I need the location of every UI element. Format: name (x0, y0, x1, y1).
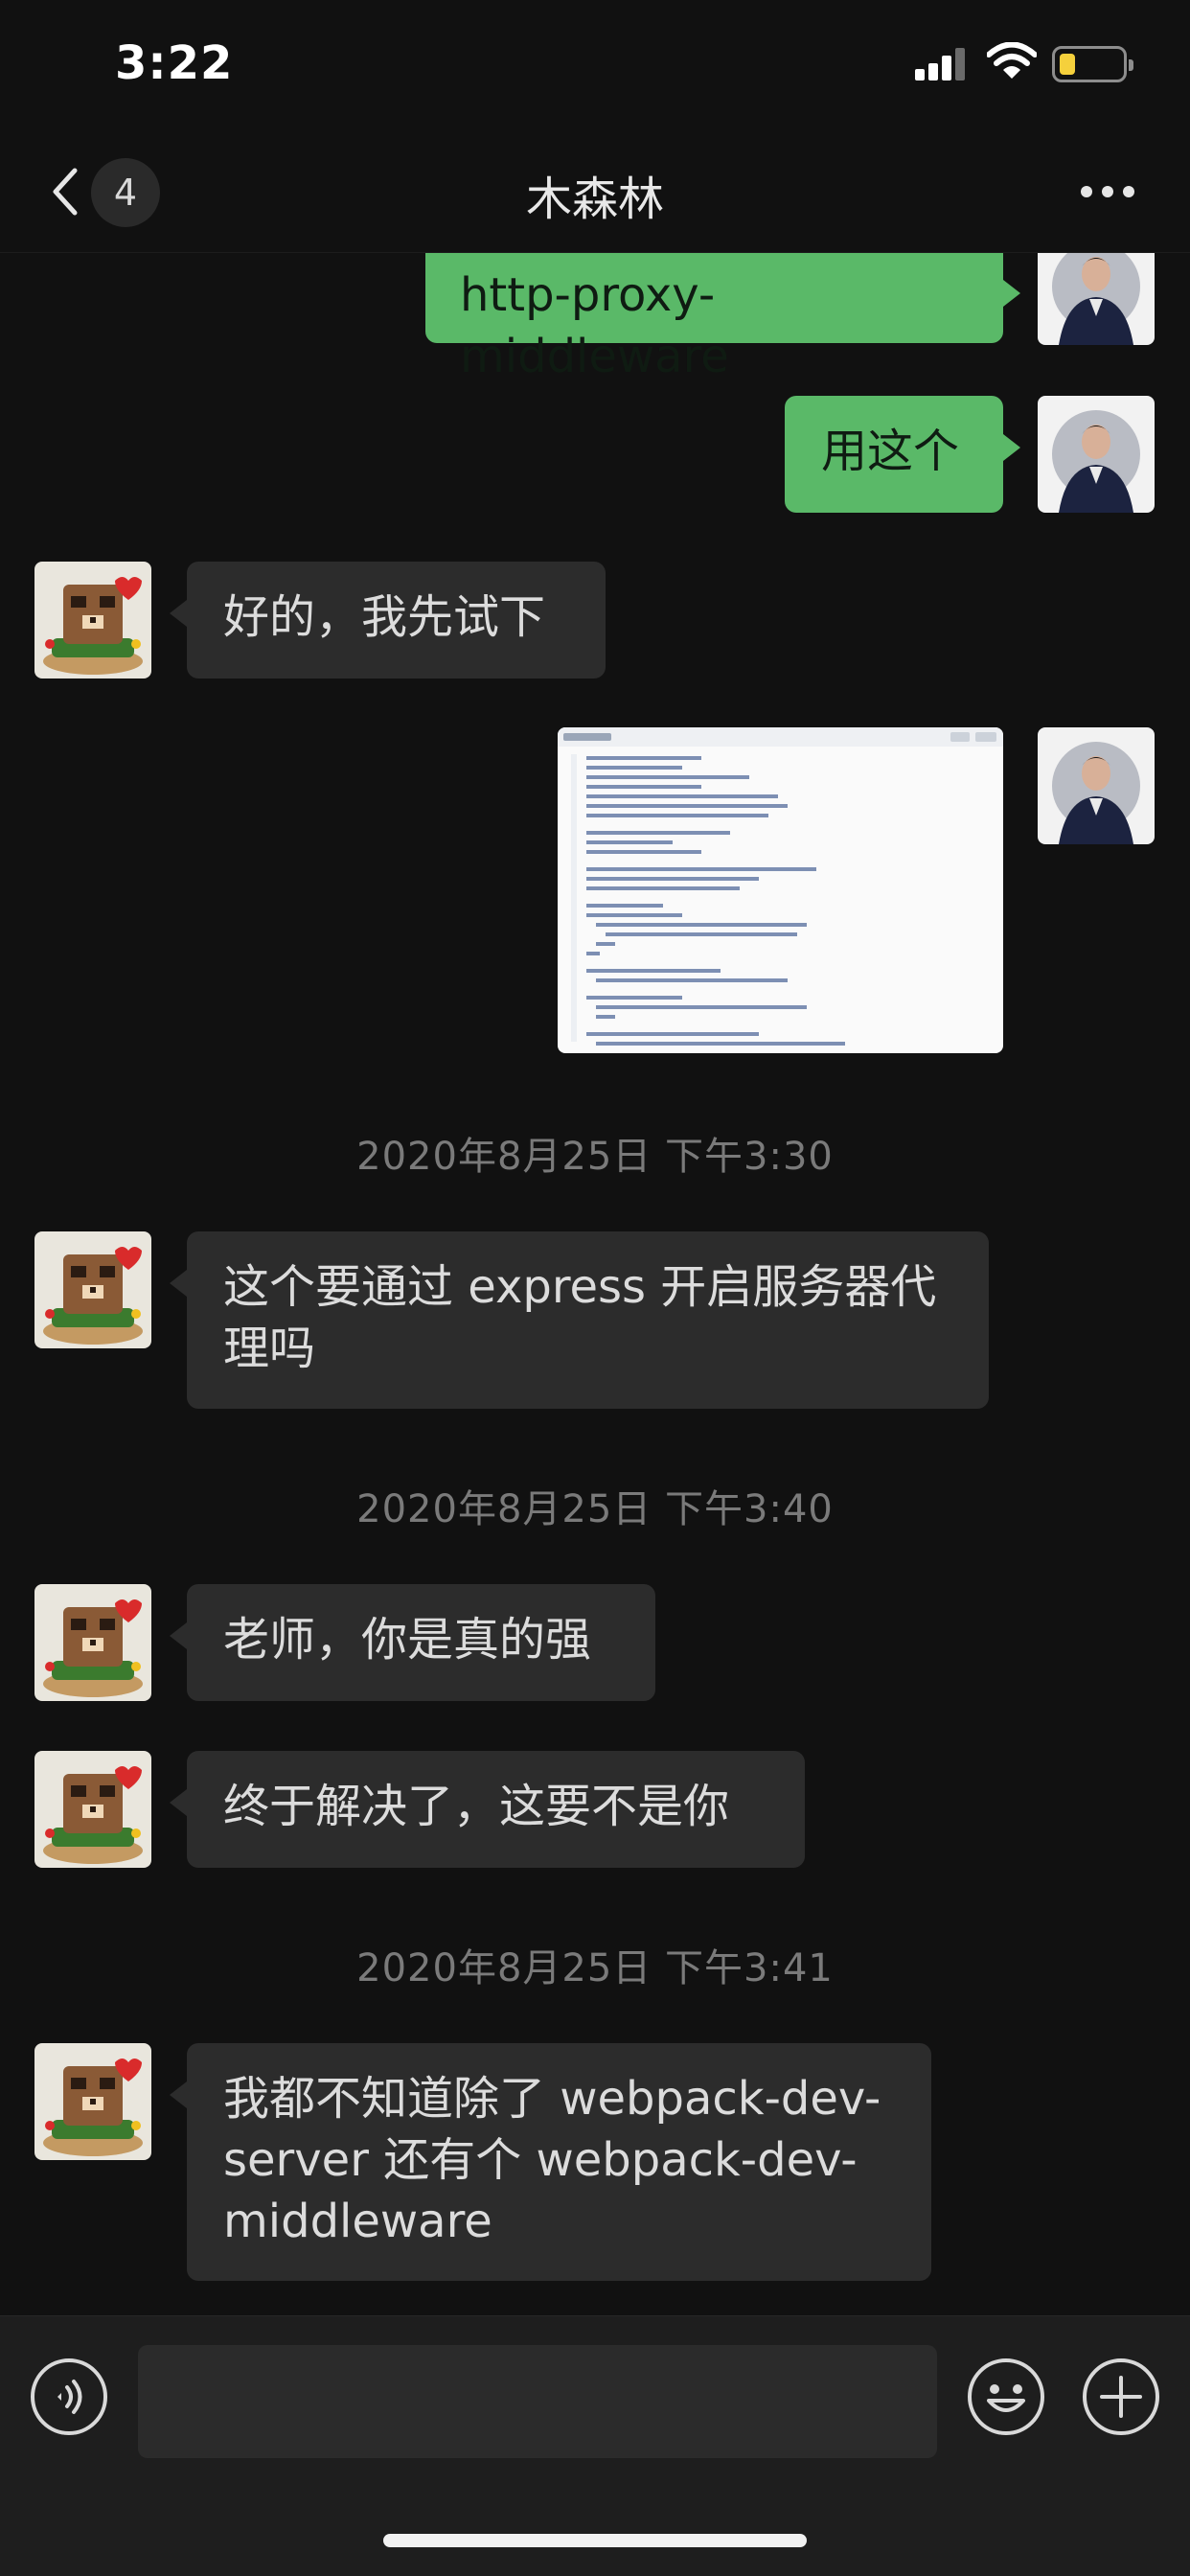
timestamp: 2020年8月25日 下午3:30 (356, 1135, 834, 1179)
voice-icon[interactable] (29, 2357, 109, 2437)
home-indicator[interactable] (383, 2534, 807, 2547)
avatar-contact[interactable] (34, 2043, 151, 2160)
message-text: 好的，我先试下 (223, 590, 546, 644)
avatar-contact[interactable] (34, 1751, 151, 1868)
avatar-self[interactable] (1038, 396, 1155, 513)
avatar-contact[interactable] (34, 1231, 151, 1348)
message-bubble-incoming[interactable]: 我都不知道除了 webpack-dev-server 还有个 webpack-d… (170, 2043, 931, 2281)
message-text: 老师，你是真的强 (223, 1613, 592, 1667)
message-bubble-incoming[interactable]: 这个要通过 express 开启服务器代理吗 (170, 1231, 989, 1409)
message-bubble-incoming[interactable]: 老师，你是真的强 (170, 1584, 655, 1701)
chat-title: 木森林 (525, 172, 664, 226)
plus-icon[interactable] (1081, 2357, 1161, 2437)
message-text: 我都不知道除了 webpack-dev-server 还有个 webpack-d… (223, 2072, 881, 2248)
wifi-icon (986, 41, 1038, 84)
timestamp: 2020年8月25日 下午3:40 (356, 1487, 834, 1531)
message-text: 这个要通过 express 开启服务器代理吗 (223, 1260, 937, 1375)
timestamp: 2020年8月25日 下午3:41 (356, 1946, 834, 1990)
status-bar: 3:22 (0, 0, 1190, 134)
more-icon[interactable] (1081, 186, 1134, 199)
message-list[interactable]: http-proxy-middleware 用这个 好的，我先试下 2020年8… (0, 253, 1190, 2315)
message-text: 终于解决了，这要不是你 (223, 1780, 730, 1833)
emoji-icon[interactable] (966, 2357, 1046, 2437)
message-text: http-proxy-middleware (460, 268, 729, 383)
message-bubble-outgoing[interactable]: 用这个 (785, 396, 1020, 513)
message-input[interactable] (138, 2345, 937, 2458)
avatar-self[interactable] (1038, 253, 1155, 345)
status-time: 3:22 (115, 36, 234, 90)
message-bubble-outgoing[interactable]: http-proxy-middleware (425, 253, 1020, 383)
avatar-self[interactable] (1038, 727, 1155, 844)
message-bubble-incoming[interactable]: 终于解决了，这要不是你 (170, 1751, 805, 1868)
message-text: 用这个 (821, 425, 960, 478)
image-message-code-screenshot[interactable] (558, 727, 1003, 1053)
avatar-contact[interactable] (34, 562, 151, 678)
signal-icon (915, 48, 969, 80)
avatar-contact[interactable] (34, 1584, 151, 1701)
message-bubble-incoming[interactable]: 好的，我先试下 (170, 562, 606, 678)
battery-icon (1052, 46, 1133, 82)
chat-header: 4 木森林 (0, 134, 1190, 253)
